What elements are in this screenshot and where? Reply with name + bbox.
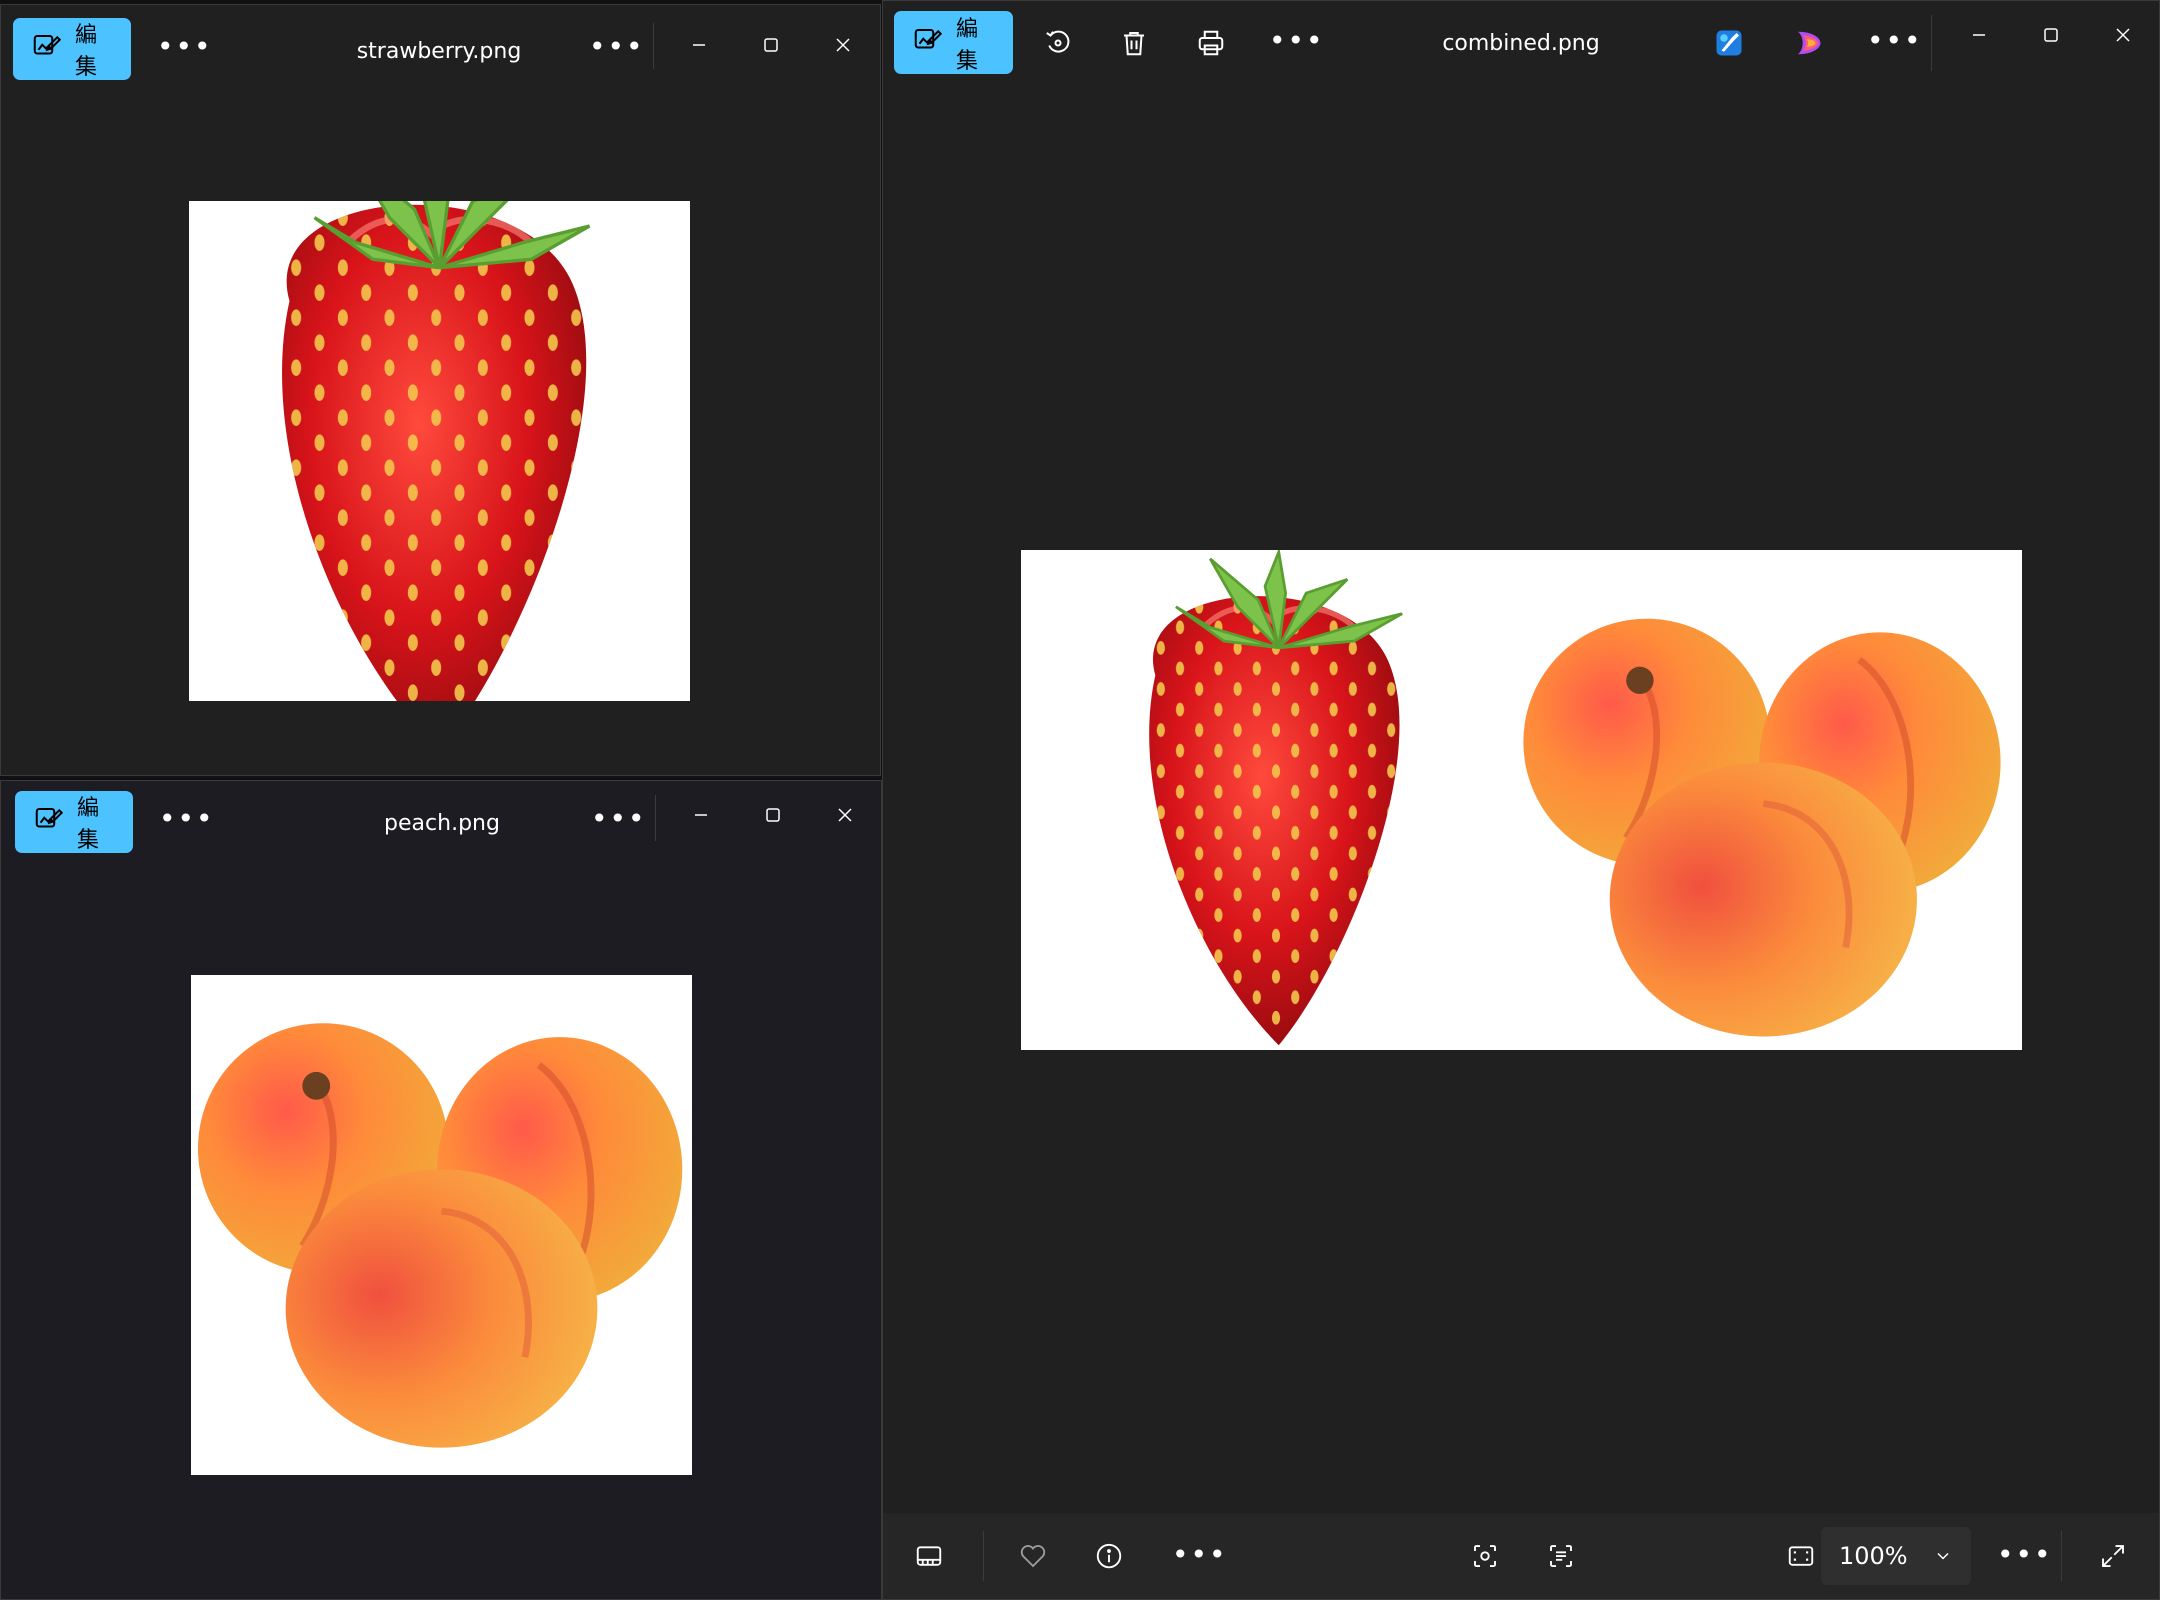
edit-image-icon (912, 25, 943, 61)
text-scan-button[interactable] (1539, 1534, 1583, 1578)
info-icon (1096, 1543, 1122, 1569)
more-icon[interactable]: ••• (157, 33, 213, 61)
minimize-button[interactable] (679, 25, 719, 65)
chevron-down-icon (1937, 1552, 1949, 1560)
file-title: peach.png (384, 811, 500, 836)
strawberry-image (189, 201, 690, 701)
file-title: combined.png (1442, 31, 1600, 56)
title-bar: 編集 ••• strawberry.png ••• (1, 5, 880, 89)
divider (2061, 1531, 2062, 1581)
edit-label: 編集 (75, 23, 98, 80)
minimize-button[interactable] (1959, 15, 1999, 55)
combined-window: 編集 ••• combined.png ••• ••• 100% ••• (882, 0, 2160, 1600)
fit-to-window-button[interactable] (1779, 1534, 1823, 1578)
edit-button[interactable]: 編集 (15, 791, 133, 853)
title-bar: 編集 ••• peach.png ••• (1, 781, 881, 865)
divider (983, 1531, 984, 1581)
trash-icon (1124, 32, 1144, 56)
bottom-toolbar: ••• 100% ••• (883, 1513, 2159, 1599)
minimize-icon (1973, 34, 1985, 36)
clipchamp-button[interactable] (1786, 21, 1830, 65)
maximize-icon (764, 38, 778, 52)
visual-search-icon (1474, 1545, 1496, 1567)
combined-image (1021, 550, 2022, 1050)
minimize-icon (695, 814, 707, 816)
designer-button[interactable] (1707, 21, 1751, 65)
peach-image (191, 975, 692, 1475)
delete-button[interactable] (1112, 21, 1156, 65)
close-icon (836, 38, 850, 52)
edit-label: 編集 (77, 796, 100, 853)
more-icon[interactable]: ••• (1997, 1541, 2053, 1569)
fullscreen-icon (2102, 1545, 2124, 1567)
rotate-icon (1046, 30, 1070, 53)
more-icon[interactable]: ••• (159, 805, 215, 833)
close-icon (838, 808, 852, 822)
maximize-icon (766, 808, 780, 822)
edit-label: 編集 (956, 16, 979, 74)
edit-button[interactable]: 編集 (13, 18, 131, 80)
zoom-select[interactable]: 100% (1821, 1527, 1971, 1585)
fullscreen-button[interactable] (2091, 1534, 2135, 1578)
maximize-button[interactable] (2031, 15, 2071, 55)
maximize-button[interactable] (751, 25, 791, 65)
close-button[interactable] (2103, 15, 2143, 55)
close-button[interactable] (825, 795, 865, 835)
visual-search-button[interactable] (1463, 1534, 1507, 1578)
designer-icon (1716, 30, 1742, 56)
edit-image-icon (33, 804, 64, 840)
maximize-icon (2044, 28, 2058, 42)
close-icon (2116, 28, 2130, 42)
edit-image-icon (31, 31, 62, 67)
minimize-button[interactable] (681, 795, 721, 835)
minimize-icon (693, 44, 705, 46)
filmstrip-button[interactable] (907, 1534, 951, 1578)
print-button[interactable] (1189, 21, 1233, 65)
close-button[interactable] (823, 25, 863, 65)
clipchamp-icon (1798, 31, 1821, 55)
file-title: strawberry.png (356, 39, 522, 64)
more-icon[interactable]: ••• (1172, 1541, 1228, 1569)
more-icon[interactable]: ••• (1269, 27, 1325, 55)
divider (653, 23, 654, 69)
info-button[interactable] (1087, 1534, 1131, 1578)
heart-icon (1020, 1545, 1046, 1568)
more-icon[interactable]: ••• (591, 805, 647, 833)
strawberry-window: 編集 ••• strawberry.png ••• (0, 4, 881, 776)
divider (655, 795, 656, 841)
fit-to-window-icon (1788, 1546, 1814, 1566)
more-icon[interactable]: ••• (1867, 27, 1923, 55)
text-scan-icon (1550, 1545, 1572, 1567)
rotate-button[interactable] (1036, 21, 1080, 65)
peach-window: 編集 ••• peach.png ••• (0, 780, 882, 1600)
maximize-button[interactable] (753, 795, 793, 835)
divider (1931, 15, 1932, 71)
edit-button[interactable]: 編集 (894, 11, 1013, 74)
more-icon[interactable]: ••• (589, 33, 645, 61)
favorite-button[interactable] (1011, 1534, 1055, 1578)
zoom-value: 100% (1839, 1542, 1908, 1570)
print-icon (1198, 30, 1224, 56)
toolbar: 編集 ••• combined.png ••• (883, 1, 2159, 85)
filmstrip-icon (916, 1546, 942, 1566)
